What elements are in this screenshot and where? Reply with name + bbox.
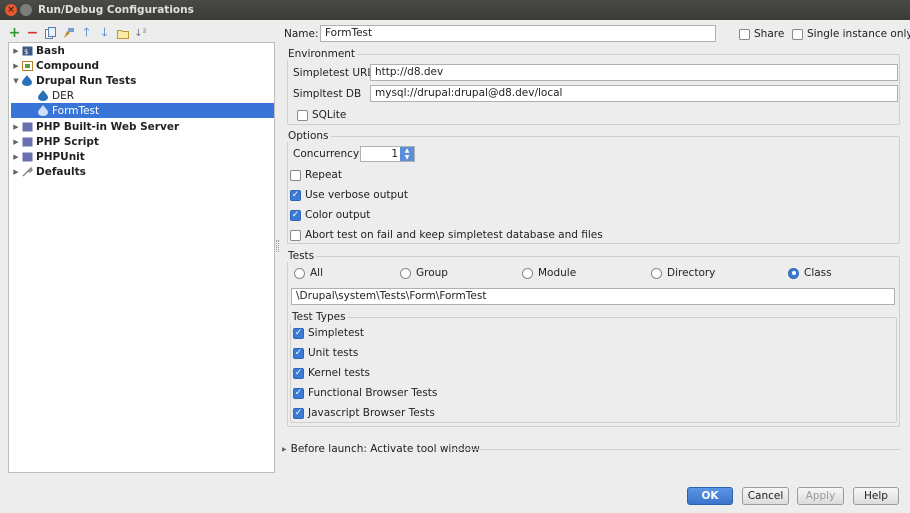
copy-icon[interactable] [44,26,57,40]
before-launch-divider [452,449,900,450]
functional-browser-tests-checkbox[interactable]: ✓ Functional Browser Tests [293,387,437,399]
minimize-window-button[interactable] [20,4,32,16]
compound-icon [21,60,33,71]
kernel-tests-checkbox[interactable]: ✓ Kernel tests [293,367,370,379]
options-legend: Options [286,130,331,142]
radio-group[interactable]: Group [400,267,448,279]
svg-text:$: $ [24,48,28,56]
tree-item-drupal-run-tests[interactable]: ▼ Drupal Run Tests [11,73,274,88]
unit-tests-checkbox[interactable]: ✓ Unit tests [293,347,358,359]
before-launch-toggle[interactable]: ▶ Before launch: Activate tool window [282,443,480,455]
radio-module[interactable]: Module [522,267,576,279]
window-title: Run/Debug Configurations [38,4,194,16]
concurrency-spinner[interactable]: 1 ▲ ▼ [360,146,415,162]
expand-arrow-icon[interactable]: ▶ [11,153,21,161]
expand-arrow-icon: ▶ [282,445,287,453]
checkbox-box [290,229,301,241]
title-bar: × Run/Debug Configurations [0,0,910,20]
config-tree: ▶ $ Bash ▶ Compound ▼ Drupal Run Tests D… [8,42,275,473]
checkmark-icon: ✓ [293,347,304,359]
radio-button [522,267,533,279]
checkmark-icon: ✓ [293,387,304,399]
tree-item-php-script[interactable]: ▶ PHP Script [11,134,274,149]
checkmark-icon: ✓ [293,407,304,419]
checkmark-icon: ✓ [290,189,301,201]
tree-item-bash[interactable]: ▶ $ Bash [11,43,274,58]
ok-button[interactable]: OK [687,487,733,505]
simpletest-url-label: Simpletest URL [293,67,374,79]
simpletest-db-input[interactable]: mysql://drupal:drupal@d8.dev/local [370,85,898,102]
expand-arrow-icon[interactable]: ▶ [11,168,21,176]
add-icon[interactable]: + [8,25,21,41]
radio-class[interactable]: Class [788,267,832,279]
simpletest-db-label: Simpltest DB [293,88,362,100]
simpletest-checkbox[interactable]: ✓ Simpletest [293,327,364,339]
tree-item-phpunit[interactable]: ▶ PHPUnit [11,149,274,164]
radio-all[interactable]: All [294,267,323,279]
tree-item-defaults[interactable]: ▶ Defaults [11,164,274,179]
expand-arrow-icon[interactable]: ▶ [11,138,21,146]
help-button[interactable]: Help [853,487,899,505]
concurrency-label: Concurrency [293,148,360,160]
test-types-legend: Test Types [290,311,348,323]
move-up-icon[interactable]: 🡑 [80,25,93,40]
name-label: Name: [284,28,319,40]
simpletest-url-input[interactable]: http://d8.dev [370,64,898,81]
checkmark-icon: ✓ [290,209,301,221]
defaults-wrench-icon [21,166,33,177]
color-output-checkbox[interactable]: ✓ Color output [290,209,370,221]
checkbox-box [792,28,803,40]
expand-arrow-icon[interactable]: ▶ [11,62,21,70]
folder-icon[interactable] [116,26,129,40]
php-icon [21,121,33,132]
tree-item-compound[interactable]: ▶ Compound [11,58,274,73]
repeat-checkbox[interactable]: Repeat [290,169,342,181]
drupal-config-icon [37,90,49,101]
php-icon [21,136,33,147]
checkbox-box [739,28,750,40]
concurrency-value: 1 [391,148,398,160]
radio-button-selected [788,267,799,279]
expand-arrow-icon[interactable]: ▶ [11,47,21,55]
move-down-icon[interactable]: 🡓 [98,25,111,40]
close-window-button[interactable]: × [5,4,17,16]
tests-legend: Tests [286,250,317,262]
config-toolbar: + − 🡑 🡓 ↓² [8,25,147,42]
collapse-arrow-icon[interactable]: ▼ [11,77,21,85]
radio-button [651,267,662,279]
sort-icon[interactable]: ↓² [134,26,147,40]
expand-arrow-icon[interactable]: ▶ [11,123,21,131]
cancel-button[interactable]: Cancel [742,487,789,505]
single-instance-checkbox[interactable]: Single instance only [792,28,910,40]
radio-button [400,267,411,279]
verbose-output-checkbox[interactable]: ✓ Use verbose output [290,189,408,201]
sqlite-checkbox[interactable]: SQLite [297,109,346,121]
checkbox-box [290,169,301,181]
checkmark-icon: ✓ [293,367,304,379]
tree-item-der[interactable]: DER [11,88,274,103]
panel-splitter[interactable] [276,240,279,252]
test-class-input[interactable]: \Drupal\system\Tests\Form\FormTest [291,288,895,305]
drupal-icon [21,75,33,86]
name-input[interactable]: FormTest [320,25,716,42]
tree-item-php-built-in-web-server[interactable]: ▶ PHP Built-in Web Server [11,119,274,134]
radio-button [294,267,305,279]
share-checkbox[interactable]: Share [739,28,784,40]
phpunit-icon [21,151,33,162]
spinner-arrows-icon[interactable]: ▲ ▼ [400,147,414,161]
environment-legend: Environment [286,48,358,60]
radio-directory[interactable]: Directory [651,267,715,279]
edit-defaults-icon[interactable] [62,26,75,40]
apply-button[interactable]: Apply [797,487,844,505]
javascript-browser-tests-checkbox[interactable]: ✓ Javascript Browser Tests [293,407,435,419]
drupal-temp-config-icon [37,105,49,116]
tree-item-formtest[interactable]: FormTest [11,103,274,118]
abort-on-fail-checkbox[interactable]: Abort test on fail and keep simpletest d… [290,229,603,241]
checkmark-icon: ✓ [293,327,304,339]
bash-icon: $ [21,45,33,56]
remove-icon[interactable]: − [26,25,39,41]
checkbox-box [297,109,308,121]
